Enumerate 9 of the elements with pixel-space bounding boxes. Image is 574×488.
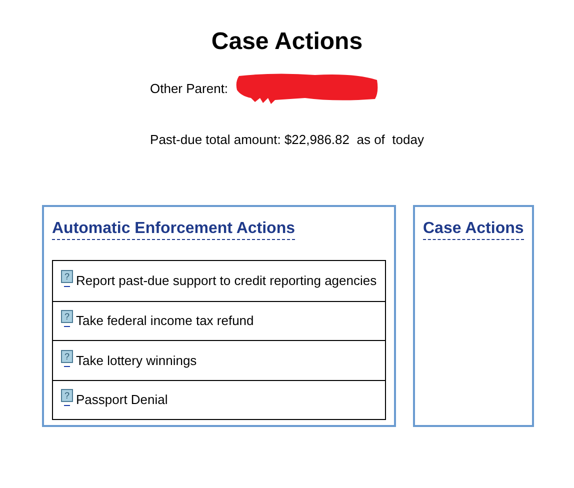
panel-heading: Automatic Enforcement Actions (52, 219, 295, 240)
past-due-text: Past-due total amount: $22,986.82 as of today (150, 132, 424, 147)
action-text: Take federal income tax refund (76, 312, 254, 330)
action-text: Take lottery winnings (76, 352, 197, 370)
action-text: Report past-due support to credit reporting agencies (76, 272, 377, 290)
action-text: Passport Denial (76, 391, 168, 409)
page-title: Case Actions (210, 27, 364, 57)
other-parent-label: Other Parent: (150, 80, 228, 98)
panel-heading: Case Actions (423, 219, 524, 240)
